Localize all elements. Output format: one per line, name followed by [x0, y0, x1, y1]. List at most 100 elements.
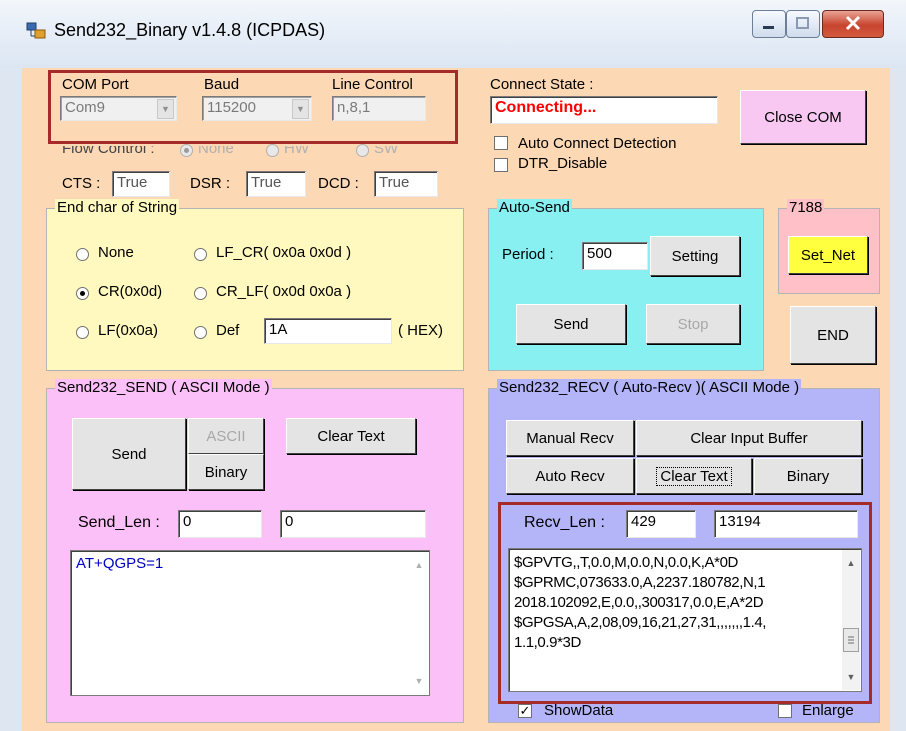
minimize-icon	[763, 26, 774, 29]
period-setting-button[interactable]: Setting	[650, 236, 740, 276]
connect-state-label: Connect State :	[490, 76, 594, 93]
close-com-button[interactable]: Close COM	[740, 90, 866, 144]
set-net-label: Set_Net	[800, 246, 856, 264]
end-lfcr-label: LF_CR( 0x0a 0x0d )	[216, 244, 352, 261]
set-net-button[interactable]: Set_Net	[788, 236, 868, 274]
send-text: AT+QGPS=1	[76, 555, 164, 572]
auto-send-group: Auto-Send	[488, 199, 764, 371]
send-clear-text-button[interactable]: Clear Text	[286, 418, 416, 454]
end-lf-label: LF(0x0a)	[98, 322, 159, 339]
end-crlf-radio[interactable]	[194, 287, 207, 300]
send-len-value: 0	[183, 513, 192, 530]
com-settings-highlight	[48, 70, 458, 144]
dsr-field: True	[246, 171, 306, 197]
send-len2-value: 0	[285, 513, 294, 530]
period-value: 500	[587, 245, 613, 262]
dtr-disable-checkbox[interactable]	[494, 158, 508, 172]
dsr-label: DSR :	[190, 175, 231, 192]
recv-panel-title: Send232_RECV ( Auto-Recv )( ASCII Mode )	[497, 379, 802, 396]
end-hex-label: ( HEX)	[398, 322, 443, 339]
period-label: Period :	[502, 246, 554, 263]
end-def-radio[interactable]	[194, 326, 207, 339]
close-com-label: Close COM	[764, 108, 842, 126]
app-window: Send232_Binary v1.4.8 (ICPDAS) COM Port …	[0, 0, 906, 731]
binary-button[interactable]: Binary	[188, 454, 264, 490]
manual-recv-button[interactable]: Manual Recv	[506, 420, 634, 456]
window-frame-left	[0, 68, 22, 731]
ascii-button[interactable]: ASCII	[188, 418, 264, 454]
auto-stop-button[interactable]: Stop	[646, 304, 740, 344]
flow-hw-radio[interactable]	[266, 144, 279, 157]
dcd-value: True	[379, 174, 410, 191]
title-bar: Send232_Binary v1.4.8 (ICPDAS)	[0, 0, 906, 68]
period-input[interactable]: 500	[582, 242, 648, 270]
net-title: 7188	[787, 199, 825, 216]
scroll-up-icon[interactable]: ▲	[410, 556, 428, 574]
send-len-label: Send_Len :	[78, 514, 160, 531]
dcd-field: True	[374, 171, 438, 197]
end-none-label: None	[98, 244, 134, 261]
auto-send-label: Send	[553, 315, 589, 333]
auto-recv-label: Auto Recv	[535, 467, 605, 485]
app-icon	[26, 22, 46, 39]
show-data-label: ShowData	[544, 702, 614, 719]
recv-clear-text-button[interactable]: Clear Text	[636, 458, 752, 494]
end-cr-radio[interactable]	[76, 287, 89, 300]
end-cr-label: CR(0x0d)	[98, 283, 163, 300]
connect-state-field: Connecting...	[490, 96, 718, 124]
auto-stop-label: Stop	[677, 315, 709, 333]
ascii-label: ASCII	[206, 427, 246, 445]
dsr-value: True	[251, 174, 282, 191]
end-def-input[interactable]: 1A	[264, 318, 392, 344]
send-button[interactable]: Send	[72, 418, 186, 490]
close-button[interactable]	[822, 10, 884, 38]
recv-binary-label: Binary	[786, 467, 830, 485]
end-def-label: Def	[216, 322, 240, 339]
end-none-radio[interactable]	[76, 248, 89, 261]
cts-label: CTS :	[62, 175, 101, 192]
send-scrollbar[interactable]: ▲ ▼	[410, 552, 428, 694]
end-crlf-label: CR_LF( 0x0d 0x0a )	[216, 283, 352, 300]
send-clear-label: Clear Text	[317, 427, 385, 445]
clear-input-buffer-button[interactable]: Clear Input Buffer	[636, 420, 862, 456]
scroll-down-icon[interactable]: ▼	[410, 672, 428, 690]
send-len2-field: 0	[280, 510, 426, 538]
send-panel-title: Send232_SEND ( ASCII Mode )	[55, 379, 272, 396]
end-label: END	[817, 326, 849, 344]
send-textarea[interactable]: AT+QGPS=1 ▲ ▼	[70, 550, 430, 696]
end-def-value: 1A	[269, 321, 288, 338]
maximize-icon	[796, 17, 809, 29]
connect-state-value: Connecting...	[495, 99, 597, 116]
auto-send-title: Auto-Send	[497, 199, 572, 216]
flow-sw-radio[interactable]	[356, 144, 369, 157]
minimize-button[interactable]	[752, 10, 786, 38]
end-char-title: End char of String	[55, 199, 180, 216]
clear-input-label: Clear Input Buffer	[690, 429, 808, 447]
send-len-field: 0	[178, 510, 262, 538]
recv-highlight	[498, 502, 872, 704]
recv-clear-label: Clear Text	[656, 466, 732, 486]
auto-send-button[interactable]: Send	[516, 304, 626, 344]
flow-none-radio[interactable]	[180, 144, 193, 157]
maximize-button[interactable]	[786, 10, 820, 38]
setting-label: Setting	[671, 247, 719, 265]
dcd-label: DCD :	[318, 175, 359, 192]
enlarge-checkbox[interactable]	[778, 704, 792, 718]
recv-binary-button[interactable]: Binary	[754, 458, 862, 494]
show-data-checkbox[interactable]: ✓	[518, 704, 532, 718]
end-lf-radio[interactable]	[76, 326, 89, 339]
window-title: Send232_Binary v1.4.8 (ICPDAS)	[54, 20, 326, 40]
send-label: Send	[111, 445, 147, 463]
cts-field: True	[112, 171, 170, 197]
auto-connect-checkbox[interactable]	[494, 136, 508, 150]
auto-connect-label: Auto Connect Detection	[518, 135, 677, 152]
binary-label: Binary	[204, 463, 248, 481]
end-lfcr-radio[interactable]	[194, 248, 207, 261]
dtr-disable-label: DTR_Disable	[518, 155, 608, 172]
close-icon	[845, 15, 861, 31]
enlarge-label: Enlarge	[802, 702, 854, 719]
auto-recv-button[interactable]: Auto Recv	[506, 458, 634, 494]
end-button[interactable]: END	[790, 306, 876, 364]
cts-value: True	[117, 174, 148, 191]
manual-recv-label: Manual Recv	[526, 429, 614, 447]
